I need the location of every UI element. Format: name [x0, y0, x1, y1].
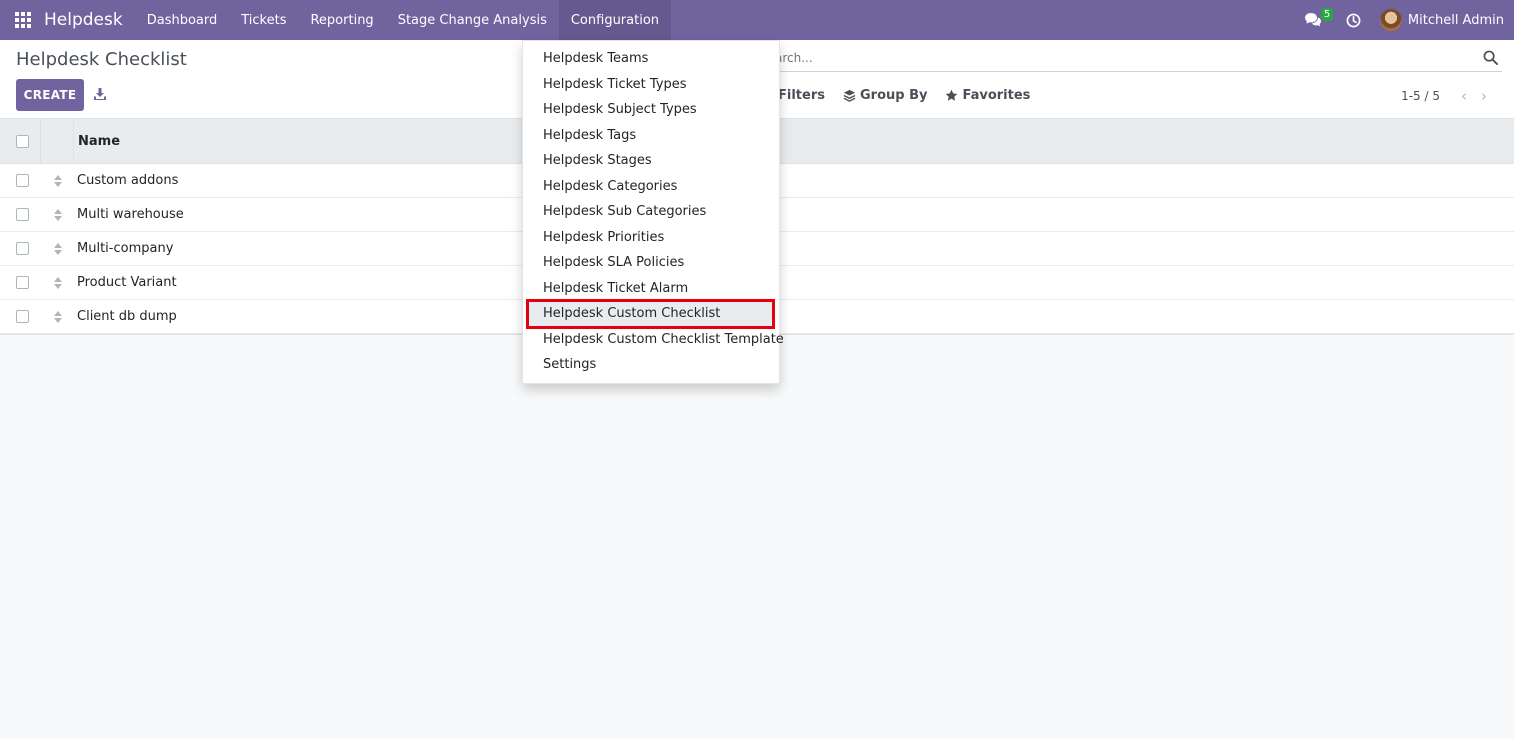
- select-all-cell: [0, 119, 41, 163]
- menu-item-sub-categories[interactable]: Helpdesk Sub Categories: [523, 199, 779, 225]
- menu-item-categories[interactable]: Helpdesk Categories: [523, 174, 779, 200]
- user-menu[interactable]: Mitchell Admin: [1379, 9, 1504, 31]
- row-name: Multi warehouse: [77, 207, 184, 222]
- favorites-button[interactable]: Favorites: [945, 88, 1030, 103]
- page-title: Helpdesk Checklist: [16, 49, 187, 70]
- row-name: Custom addons: [77, 173, 179, 188]
- menu-stage-change-analysis[interactable]: Stage Change Analysis: [386, 0, 559, 40]
- row-checkbox[interactable]: [16, 242, 29, 255]
- menu-item-tags[interactable]: Helpdesk Tags: [523, 123, 779, 149]
- row-name: Client db dump: [77, 309, 177, 324]
- drag-handle-icon[interactable]: [41, 310, 74, 323]
- menu-dashboard[interactable]: Dashboard: [135, 0, 230, 40]
- select-all-checkbox[interactable]: [15, 134, 29, 148]
- pager-value[interactable]: 1-5 / 5: [1401, 89, 1440, 103]
- column-header-name[interactable]: Name: [74, 134, 120, 149]
- app-brand[interactable]: Helpdesk: [44, 10, 123, 30]
- clock-icon: [1346, 13, 1361, 27]
- drag-handle-icon[interactable]: [41, 174, 74, 187]
- filters-button[interactable]: Filters: [778, 88, 825, 103]
- row-checkbox[interactable]: [16, 310, 29, 323]
- menu-item-ticket-types[interactable]: Helpdesk Ticket Types: [523, 72, 779, 98]
- pager-next-icon[interactable]: ›: [1474, 87, 1494, 105]
- row-name: Product Variant: [77, 275, 177, 290]
- menu-item-settings[interactable]: Settings: [523, 352, 779, 378]
- top-navbar: Helpdesk Dashboard Tickets Reporting Sta…: [0, 0, 1514, 40]
- download-icon[interactable]: [93, 87, 107, 105]
- menu-item-priorities[interactable]: Helpdesk Priorities: [523, 225, 779, 251]
- navbar-systray: 5 Mitchell Admin: [1304, 0, 1504, 40]
- group-by-button[interactable]: Group By: [843, 88, 927, 103]
- row-checkbox[interactable]: [16, 276, 29, 289]
- apps-grid-icon[interactable]: [0, 0, 46, 40]
- drag-handle-icon[interactable]: [41, 208, 74, 221]
- search-bar: [760, 46, 1502, 72]
- layers-icon: [843, 89, 856, 102]
- messaging-button[interactable]: 5: [1304, 0, 1334, 40]
- favorites-label: Favorites: [962, 88, 1031, 103]
- menu-item-ticket-alarm[interactable]: Helpdesk Ticket Alarm: [523, 276, 779, 302]
- menu-item-subject-types[interactable]: Helpdesk Subject Types: [523, 97, 779, 123]
- user-name: Mitchell Admin: [1407, 12, 1504, 28]
- row-name: Multi-company: [77, 241, 174, 256]
- menu-item-helpdesk-teams[interactable]: Helpdesk Teams: [523, 46, 779, 72]
- row-checkbox[interactable]: [16, 208, 29, 221]
- row-checkbox[interactable]: [16, 174, 29, 187]
- pager-previous-icon[interactable]: ‹: [1454, 87, 1474, 105]
- menu-item-custom-checklist[interactable]: Helpdesk Custom Checklist: [526, 299, 775, 329]
- star-icon: [946, 89, 958, 101]
- search-icon[interactable]: [1483, 50, 1498, 69]
- create-button[interactable]: CREATE: [16, 79, 84, 111]
- drag-handle-icon[interactable]: [41, 242, 74, 255]
- menu-item-sla-policies[interactable]: Helpdesk SLA Policies: [523, 250, 779, 276]
- search-options: Filters Group By Favorites: [778, 88, 1048, 103]
- pager: 1-5 / 5 ‹ ›: [1401, 87, 1494, 105]
- search-input[interactable]: [760, 46, 1460, 70]
- menu-reporting[interactable]: Reporting: [298, 0, 385, 40]
- activities-button[interactable]: [1334, 0, 1374, 40]
- avatar: [1379, 9, 1402, 31]
- group-by-label: Group By: [859, 88, 928, 103]
- menu-configuration[interactable]: Configuration: [558, 0, 672, 40]
- chat-icon: [1304, 13, 1321, 27]
- configuration-dropdown: Helpdesk Teams Helpdesk Ticket Types Hel…: [522, 40, 784, 384]
- menu-item-custom-checklist-template[interactable]: Helpdesk Custom Checklist Template: [523, 327, 784, 353]
- handle-column-header: [41, 119, 74, 163]
- filters-label: Filters: [778, 88, 825, 103]
- menu-item-stages[interactable]: Helpdesk Stages: [523, 148, 779, 174]
- chat-count-badge: 5: [1320, 8, 1334, 21]
- menu-tickets[interactable]: Tickets: [229, 0, 298, 40]
- drag-handle-icon[interactable]: [41, 276, 74, 289]
